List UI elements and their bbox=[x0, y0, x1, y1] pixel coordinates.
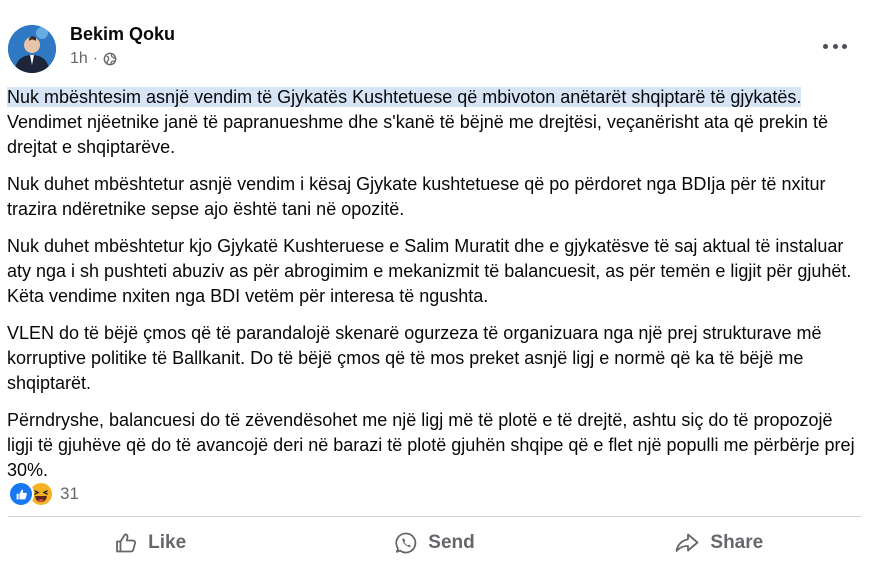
reactions-summary[interactable]: 31 bbox=[8, 481, 79, 507]
reaction-count: 31 bbox=[60, 484, 79, 503]
send-label: Send bbox=[428, 532, 475, 553]
like-label: Like bbox=[148, 532, 187, 553]
avatar[interactable] bbox=[8, 25, 56, 73]
like-button[interactable]: Like bbox=[8, 520, 292, 566]
share-label: Share bbox=[710, 532, 764, 553]
post-actions: Like Send Share bbox=[8, 520, 861, 566]
post-timestamp[interactable]: 1h bbox=[70, 50, 88, 68]
post-paragraph: VLEN do të bëjë çmos që të parandalojë s… bbox=[7, 323, 822, 393]
post-paragraph: Nuk mbështesim asnjë vendim të Gjykatës … bbox=[7, 85, 857, 160]
post-paragraph: Përndryshe, balancuesi do të zëvendësohe… bbox=[7, 410, 855, 480]
highlighted-text: Nuk mbështesim asnjë vendim të Gjykatës … bbox=[7, 87, 802, 107]
share-icon bbox=[676, 533, 699, 552]
post-text: Nuk mbështesim asnjë vendim të Gjykatës … bbox=[7, 85, 857, 495]
share-button[interactable]: Share bbox=[577, 520, 861, 566]
more-dot bbox=[842, 43, 847, 49]
more-options-button[interactable] bbox=[823, 40, 847, 52]
actions-divider bbox=[8, 516, 861, 517]
whatsapp-icon bbox=[395, 532, 417, 554]
like-reaction-icon bbox=[8, 481, 34, 507]
author-name[interactable]: Bekim Qoku bbox=[70, 24, 175, 45]
meta-separator: · bbox=[92, 50, 99, 67]
post-meta: 1h · bbox=[70, 50, 117, 68]
thumbs-up-icon bbox=[116, 533, 137, 553]
more-horizontal-icon bbox=[823, 43, 828, 49]
more-dot bbox=[832, 43, 838, 49]
send-button[interactable]: Send bbox=[292, 520, 576, 566]
paragraph-text: Vendimet njëetnike janë të papranueshme … bbox=[7, 112, 828, 157]
globe-icon bbox=[103, 52, 117, 66]
post-paragraph: Nuk duhet mbështetur kjo Gjykatë Kushter… bbox=[7, 236, 852, 306]
post-paragraph: Nuk duhet mbështetur asnjë vendim i kësa… bbox=[7, 174, 826, 219]
avatar-image bbox=[8, 25, 56, 73]
